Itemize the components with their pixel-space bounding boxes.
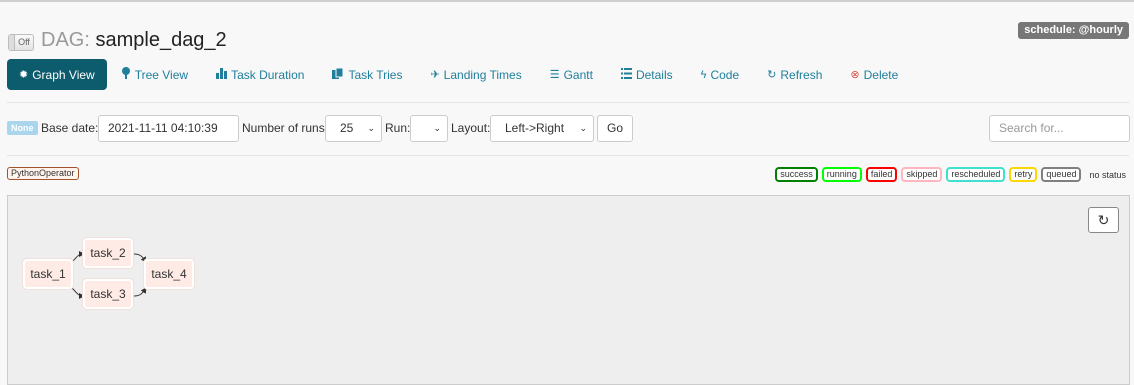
tab-landing-times[interactable]: ✈ Landing Times: [416, 59, 535, 90]
operator-legend-python: PythonOperator: [7, 167, 79, 180]
num-runs-select[interactable]: 25 ⌄: [325, 115, 382, 142]
refresh-icon: ↻: [767, 69, 777, 81]
tab-graph-view[interactable]: ✹ Graph View: [7, 59, 107, 90]
tree-icon: [121, 67, 131, 82]
tab-label: Gantt: [563, 67, 593, 82]
base-date-input[interactable]: 2021-11-11 04:10:39: [98, 115, 239, 142]
tab-label: Details: [635, 67, 673, 82]
tab-label: Tree View: [134, 67, 189, 82]
list-icon: [620, 67, 632, 82]
tab-label: Task Duration: [231, 67, 305, 82]
asterisk-icon: ✹: [19, 69, 29, 81]
task-node[interactable]: task_2: [83, 238, 133, 268]
state-badge: None: [7, 121, 38, 135]
plane-icon: ✈: [430, 69, 440, 81]
tab-details[interactable]: Details: [607, 59, 687, 90]
toggle-label: Off: [18, 37, 30, 47]
run-select[interactable]: ⌄: [410, 115, 448, 142]
chevron-down-icon: ⌄: [367, 123, 375, 133]
divider: [7, 102, 1129, 103]
tab-label: Delete: [863, 67, 899, 82]
tab-label: Landing Times: [443, 67, 522, 82]
tab-label: Refresh: [780, 67, 823, 82]
top-border: [0, 0, 1134, 2]
tab-label: Graph View: [32, 67, 95, 82]
divider: [7, 155, 1129, 156]
run-label: Run:: [385, 121, 411, 135]
legend-success[interactable]: success: [775, 167, 818, 182]
page-title: DAG: sample_dag_2: [41, 28, 227, 52]
num-runs-value: 25: [340, 121, 354, 135]
legend-skipped[interactable]: skipped: [901, 167, 943, 182]
delete-link[interactable]: ⊗ Delete: [836, 59, 912, 90]
task-node[interactable]: task_4: [144, 259, 194, 289]
bar-chart-icon: [216, 67, 228, 82]
tab-code[interactable]: ϟ Code: [687, 59, 754, 90]
layout-value: Left->Right: [505, 121, 565, 135]
tab-task-duration[interactable]: Task Duration: [202, 59, 318, 90]
refresh-icon: ↻: [1097, 212, 1110, 228]
tab-label: Code: [710, 67, 740, 82]
legend-queued[interactable]: queued: [1041, 167, 1082, 182]
refresh-link[interactable]: ↻ Refresh: [753, 59, 836, 90]
chevron-down-icon: ⌄: [579, 123, 587, 133]
legend-failed[interactable]: failed: [865, 167, 898, 182]
align-left-icon: ☰: [549, 69, 560, 81]
remove-circle-icon: ⊗: [850, 69, 860, 81]
dag-pause-toggle[interactable]: Off: [8, 34, 34, 51]
chevron-down-icon: ⌄: [433, 123, 441, 133]
task-node[interactable]: task_3: [83, 279, 133, 309]
duplicate-icon: [332, 67, 344, 82]
tab-label: Task Tries: [348, 67, 403, 82]
legend-retry[interactable]: retry: [1009, 167, 1038, 182]
base-date-label: Base date:: [41, 121, 99, 135]
num-runs-label: Number of runs:: [242, 121, 329, 135]
schedule-badge: schedule: @hourly: [1018, 22, 1129, 39]
state-legend: success running failed skipped reschedul…: [775, 167, 1128, 182]
toggle-knob[interactable]: [9, 35, 15, 50]
legend-rescheduled[interactable]: rescheduled: [946, 167, 1006, 182]
task-node[interactable]: task_1: [23, 259, 73, 289]
legend-no-status[interactable]: no status: [1085, 170, 1128, 180]
legend-running[interactable]: running: [821, 167, 862, 182]
dag-id: sample_dag_2: [95, 29, 227, 51]
search-input[interactable]: Search for...: [989, 115, 1130, 142]
layout-label: Layout:: [451, 121, 491, 135]
dag-graph[interactable]: task_1 task_2 task_3 task_4 ↻: [7, 195, 1130, 385]
tab-tree-view[interactable]: Tree View: [107, 59, 202, 90]
tab-task-tries[interactable]: Task Tries: [318, 59, 416, 90]
tab-gantt[interactable]: ☰ Gantt: [536, 59, 607, 90]
dag-title-prefix: DAG:: [41, 29, 90, 51]
go-button[interactable]: Go: [597, 115, 633, 142]
layout-select[interactable]: Left->Right ⌄: [490, 115, 594, 142]
graph-refresh-button[interactable]: ↻: [1088, 207, 1119, 233]
edge-task3-task4: [133, 287, 147, 297]
dag-nav-tabs: ✹ Graph View Tree View Task Duration Tas…: [7, 59, 912, 90]
flash-icon: ϟ: [700, 68, 707, 81]
